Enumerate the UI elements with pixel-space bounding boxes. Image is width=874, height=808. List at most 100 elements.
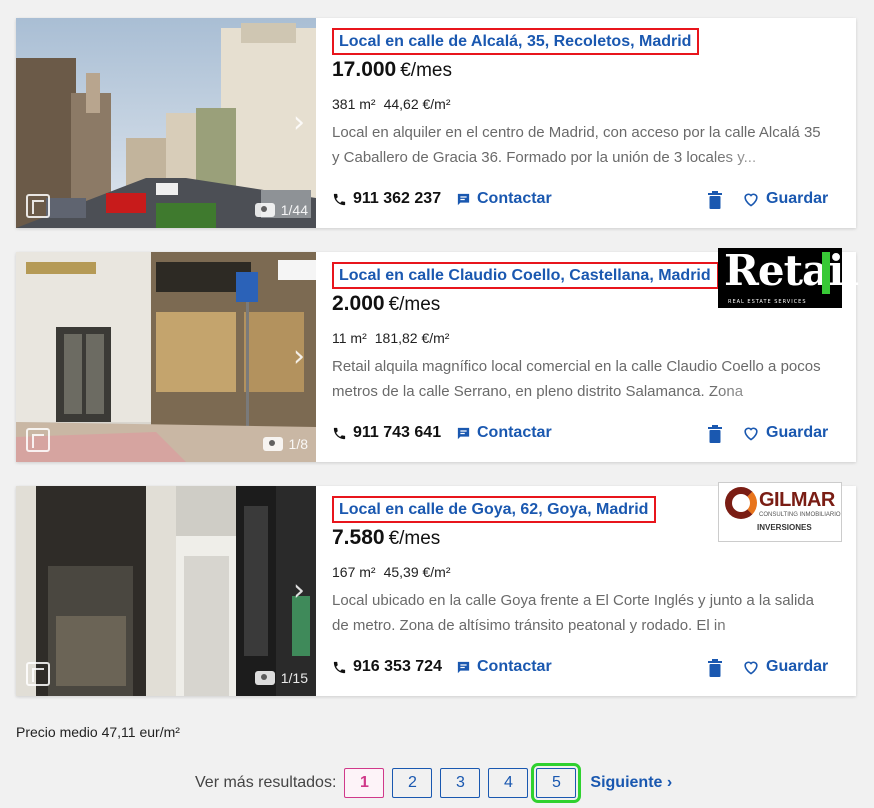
logo-subtitle: CONSULTING INMOBILIARIO xyxy=(759,512,841,518)
listing-actions: 916 353 724 Contactar Guardar xyxy=(332,658,848,682)
listing-card: › 1/44 Local en calle de Alcalá, 35, Rec… xyxy=(16,18,856,228)
phone-number: 911 362 237 xyxy=(353,190,442,207)
trash-icon[interactable] xyxy=(708,659,722,677)
contact-label: Contactar xyxy=(477,658,552,675)
listing-photo[interactable]: › 1/8 xyxy=(16,252,316,462)
listing-description[interactable]: Local en alquiler en el centro de Madrid… xyxy=(332,120,830,170)
virtual-tour-icon[interactable] xyxy=(26,428,50,452)
listing-info: Local en calle de Goya, 62, Goya, Madrid… xyxy=(332,482,848,696)
logo-subtitle: REAL ESTATE SERVICES xyxy=(728,299,807,305)
next-page-label: Siguiente xyxy=(590,774,663,791)
listing-info: Local en calle Claudio Coello, Castellan… xyxy=(332,246,859,462)
listing-description[interactable]: Local ubicado en la calle Goya frente a … xyxy=(332,588,830,638)
average-price: Precio medio 47,11 eur/m² xyxy=(16,724,180,740)
storefront-photo xyxy=(16,486,316,696)
chat-icon xyxy=(457,661,470,673)
page-4-button[interactable]: 4 xyxy=(488,768,529,798)
camera-icon xyxy=(262,437,283,451)
agency-logo-gilmar[interactable]: GILMAR CONSULTING INMOBILIARIO INVERSION… xyxy=(718,482,842,542)
photo-counter: 1/44 xyxy=(254,202,308,218)
contact-button[interactable]: Contactar xyxy=(456,190,552,208)
photo-counter-text: 1/15 xyxy=(280,670,308,686)
listing-area: 381 m² xyxy=(332,96,376,112)
save-button[interactable]: Guardar xyxy=(742,190,828,208)
phone-icon xyxy=(333,427,346,439)
agency-logo-retail[interactable]: Retail REAL ESTATE SERVICES xyxy=(718,246,859,308)
price-unit: €/mes xyxy=(388,294,441,315)
contact-button[interactable]: Contactar xyxy=(456,658,552,676)
price-amount: 17.000 xyxy=(332,58,397,81)
trash-icon[interactable] xyxy=(708,425,722,443)
listing-title[interactable]: Local en calle de Goya, 62, Goya, Madrid xyxy=(332,496,657,523)
logo-mark-icon xyxy=(725,487,757,519)
listing-price-per-m2: 45,39 €/m² xyxy=(383,564,451,580)
heart-icon xyxy=(744,193,758,207)
listing-description[interactable]: Retail alquila magnífico local comercial… xyxy=(332,354,830,404)
storefront-photo xyxy=(16,252,316,462)
listing-price: 7.580 €/mes xyxy=(332,526,440,550)
next-photo-arrow-icon[interactable]: › xyxy=(288,574,310,608)
price-amount: 7.580 xyxy=(332,526,385,549)
page-3-button[interactable]: 3 xyxy=(440,768,481,798)
phone-button[interactable]: 916 353 724 xyxy=(332,658,442,676)
listing-price-per-m2: 44,62 €/m² xyxy=(383,96,451,112)
listing-info: Local en calle de Alcalá, 35, Recoletos,… xyxy=(332,18,848,228)
chat-icon xyxy=(457,427,470,439)
page-1-button[interactable]: 1 xyxy=(344,768,385,798)
price-amount: 2.000 xyxy=(332,292,385,315)
listing-area: 167 m² xyxy=(332,564,376,580)
phone-icon xyxy=(333,661,346,673)
camera-icon xyxy=(254,671,275,685)
listing-price-per-m2: 181,82 €/m² xyxy=(374,330,450,346)
listing-actions: 911 362 237 Contactar Guardar xyxy=(332,190,848,214)
listing-price: 17.000 €/mes xyxy=(332,58,452,82)
photo-counter-text: 1/8 xyxy=(288,436,308,452)
listing-area: 11 m² xyxy=(332,330,367,346)
virtual-tour-icon[interactable] xyxy=(26,662,50,686)
logo-green-bar xyxy=(822,252,830,294)
logo-word: Retail xyxy=(724,246,859,295)
photo-counter: 1/15 xyxy=(254,670,308,686)
save-label: Guardar xyxy=(766,424,829,441)
listing-price: 2.000 €/mes xyxy=(332,292,440,316)
save-label: Guardar xyxy=(766,658,829,675)
phone-button[interactable]: 911 362 237 xyxy=(332,190,441,208)
next-page-link[interactable]: Siguiente › xyxy=(590,774,672,792)
camera-icon xyxy=(254,203,275,217)
trash-icon[interactable] xyxy=(708,191,722,209)
listing-title[interactable]: Local en calle Claudio Coello, Castellan… xyxy=(332,262,719,289)
chevron-right-icon: › xyxy=(666,774,673,791)
chat-icon xyxy=(457,193,470,205)
listing-details: 167 m² 45,39 €/m² xyxy=(332,564,451,580)
phone-number: 916 353 724 xyxy=(353,658,442,675)
page-5-button[interactable]: 5 xyxy=(531,763,582,803)
next-photo-arrow-icon[interactable]: › xyxy=(288,106,310,140)
listing-photo[interactable]: › 1/15 xyxy=(16,486,316,696)
heart-icon xyxy=(744,427,758,441)
contact-label: Contactar xyxy=(477,424,552,441)
heart-icon xyxy=(744,661,758,675)
pagination: Ver más resultados: 1 2 3 4 5 Siguiente … xyxy=(195,763,672,803)
next-photo-arrow-icon[interactable]: › xyxy=(288,340,310,374)
contact-label: Contactar xyxy=(477,190,552,207)
listing-card: › 1/15 Local en calle de Goya, 62, Goya,… xyxy=(16,482,856,696)
save-button[interactable]: Guardar xyxy=(742,424,828,442)
listing-actions: 911 743 641 Contactar Guardar xyxy=(332,424,848,448)
contact-button[interactable]: Contactar xyxy=(456,424,552,442)
virtual-tour-icon[interactable] xyxy=(26,194,50,218)
pagination-label: Ver más resultados: xyxy=(195,774,337,791)
save-button[interactable]: Guardar xyxy=(742,658,828,676)
street-photo xyxy=(16,18,316,228)
phone-button[interactable]: 911 743 641 xyxy=(332,424,441,442)
page-2-button[interactable]: 2 xyxy=(392,768,433,798)
listing-title[interactable]: Local en calle de Alcalá, 35, Recoletos,… xyxy=(332,28,700,55)
logo-name: GILMAR xyxy=(759,489,835,511)
price-unit: €/mes xyxy=(400,60,452,81)
photo-counter: 1/8 xyxy=(262,436,308,452)
phone-number: 911 743 641 xyxy=(353,424,442,441)
listing-card: › 1/8 Local en calle Claudio Coello, Cas… xyxy=(16,246,859,462)
photo-counter-text: 1/44 xyxy=(280,202,308,218)
listing-photo[interactable]: › 1/44 xyxy=(16,18,316,228)
price-unit: €/mes xyxy=(388,528,441,549)
listing-details: 381 m² 44,62 €/m² xyxy=(332,96,451,112)
